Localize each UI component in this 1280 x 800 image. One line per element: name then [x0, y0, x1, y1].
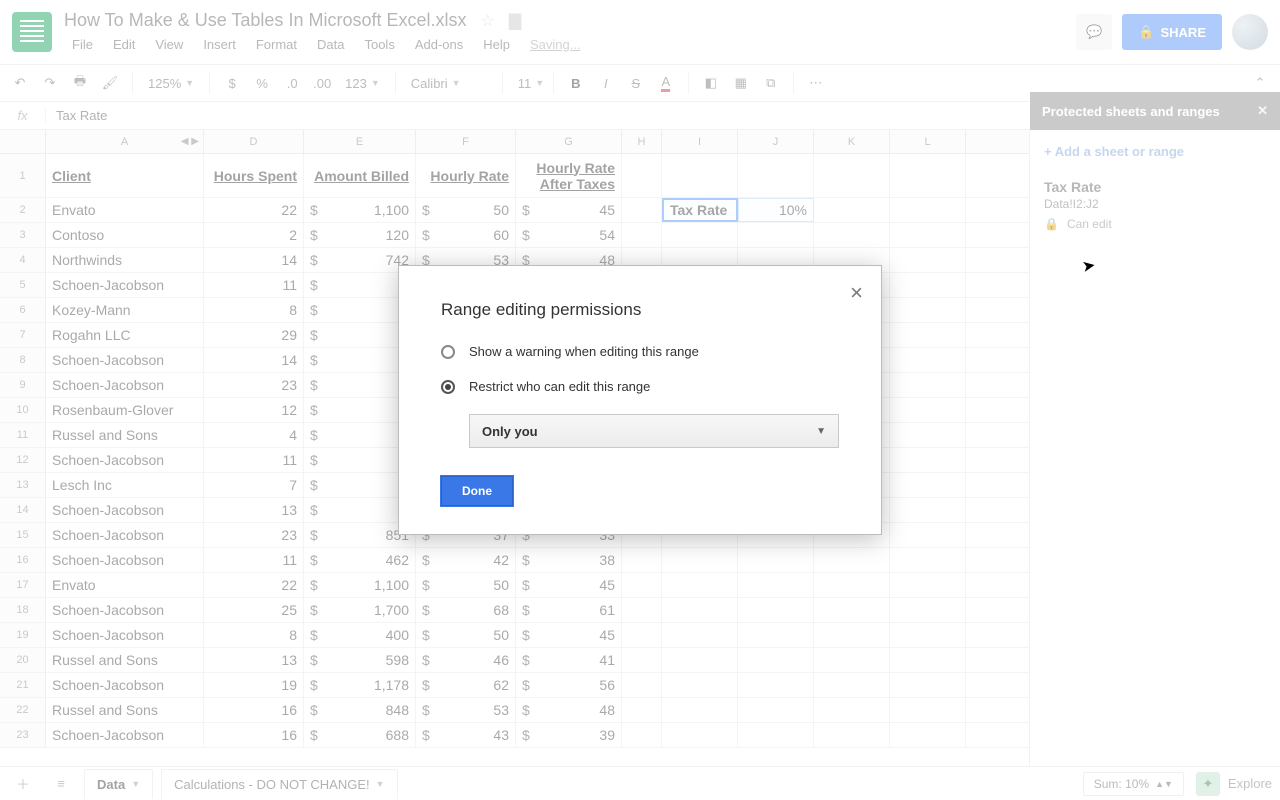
range-permissions-dialog: × Range editing permissions Show a warni…: [398, 265, 882, 535]
option-restrict[interactable]: Restrict who can edit this range: [441, 379, 839, 394]
radio-unchecked-icon: [441, 345, 455, 359]
dialog-title: Range editing permissions: [441, 300, 839, 320]
editor-picker[interactable]: Only you ▼: [469, 414, 839, 448]
done-button[interactable]: Done: [441, 476, 513, 506]
caret-down-icon: ▼: [816, 426, 826, 437]
option-warning[interactable]: Show a warning when editing this range: [441, 344, 839, 359]
radio-checked-icon: [441, 380, 455, 394]
close-dialog-button[interactable]: ×: [850, 280, 863, 306]
modal-backdrop: × Range editing permissions Show a warni…: [0, 0, 1280, 800]
